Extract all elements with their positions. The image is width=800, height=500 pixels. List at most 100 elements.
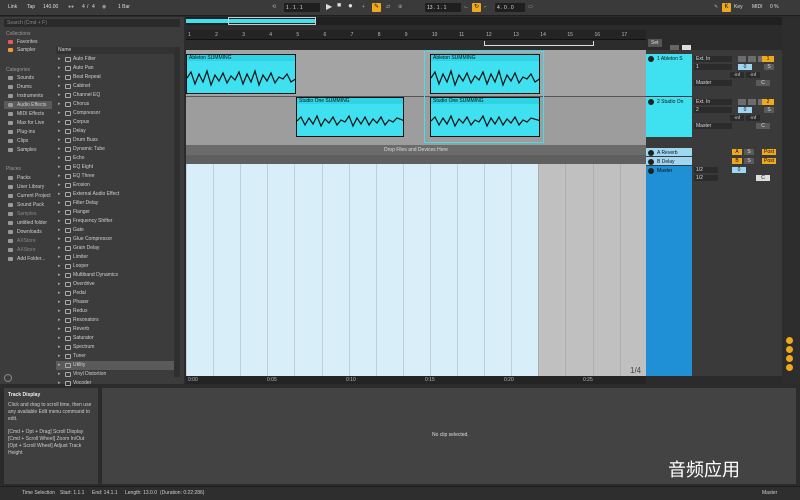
loop-brace-lane[interactable] — [186, 40, 646, 50]
effect-item[interactable]: ▸ Looper — [56, 262, 174, 271]
chevron-right-icon[interactable]: ▸ — [58, 244, 61, 253]
effect-item[interactable]: ▸ Overdrive — [56, 280, 174, 289]
zoom-in-icon[interactable] — [786, 337, 793, 344]
chevron-right-icon[interactable]: ▸ — [58, 379, 61, 388]
arrangement-view[interactable]: Ableton SUMMING Ableton SUMMING Studio O… — [186, 50, 646, 145]
track1-monitor[interactable] — [738, 56, 746, 62]
place-sound-pack[interactable]: Sound Pack — [4, 201, 52, 209]
effect-item[interactable]: ▸ Multiband Dynamics — [56, 271, 174, 280]
track2-volume[interactable]: -inf — [730, 115, 744, 121]
place-downloads[interactable]: Downloads — [4, 228, 52, 236]
track1-send[interactable]: 0 — [738, 64, 752, 70]
track1-channel[interactable]: 1 — [694, 64, 732, 70]
track2-output[interactable]: Master — [694, 123, 732, 129]
key-map-button[interactable]: Key — [734, 4, 743, 10]
category-plugins[interactable]: Plug-ins — [4, 128, 52, 136]
metronome-icon[interactable]: ●● — [68, 4, 74, 10]
track-header-2[interactable]: 2 Studio On — [646, 97, 692, 137]
chevron-right-icon[interactable]: ▸ — [58, 235, 61, 244]
effect-item[interactable]: ▸ Beat Repeat — [56, 73, 174, 82]
place-packs[interactable]: Packs — [4, 174, 52, 182]
loop-start-field[interactable]: 13 . 1 . 1 — [425, 3, 461, 12]
effect-item[interactable]: ▸ Grain Delay — [56, 244, 174, 253]
chevron-right-icon[interactable]: ▸ — [58, 118, 61, 127]
effect-item[interactable]: ▸ Redux — [56, 307, 174, 316]
chevron-right-icon[interactable]: ▸ — [58, 199, 61, 208]
chevron-right-icon[interactable]: ▸ — [58, 271, 61, 280]
chevron-right-icon[interactable]: ▸ — [58, 127, 61, 136]
effect-item[interactable]: ▸ Reverb — [56, 325, 174, 334]
effect-item[interactable]: ▸ Utility — [56, 361, 174, 370]
chevron-right-icon[interactable]: ▸ — [58, 307, 61, 316]
effect-item[interactable]: ▸ Frequency Shifter — [56, 217, 174, 226]
signature-numerator[interactable]: 4 — [82, 4, 85, 10]
effect-item[interactable]: ▸ Flanger — [56, 208, 174, 217]
chevron-right-icon[interactable]: ▸ — [58, 172, 61, 181]
place-axstore-2[interactable]: AXStore — [4, 246, 52, 254]
link-button[interactable]: Link — [8, 4, 17, 10]
quantize-menu[interactable]: 1 Bar — [118, 4, 130, 10]
effect-item[interactable]: ▸ Erosion — [56, 181, 174, 190]
add-folder-button[interactable]: Add Folder... — [4, 255, 52, 263]
effect-item[interactable]: ▸ Saturator — [56, 334, 174, 343]
effect-item[interactable]: ▸ Echo — [56, 154, 174, 163]
chevron-right-icon[interactable]: ▸ — [58, 352, 61, 361]
chevron-right-icon[interactable]: ▸ — [58, 73, 61, 82]
effect-item[interactable]: ▸ Cabinet — [56, 82, 174, 91]
right-scroll-bar[interactable] — [782, 17, 800, 384]
effect-item[interactable]: ▸ Drum Buss — [56, 136, 174, 145]
effect-item[interactable]: ▸ Tuner — [56, 352, 174, 361]
return-a-letter[interactable]: A — [732, 149, 742, 155]
chevron-right-icon[interactable]: ▸ — [58, 361, 61, 370]
punch-icon[interactable]: ⊕ — [398, 4, 402, 10]
chevron-right-icon[interactable]: ▸ — [58, 181, 61, 190]
chevron-right-icon[interactable]: ▸ — [58, 64, 61, 73]
loop-icon[interactable]: ⇄ — [386, 4, 390, 10]
name-column-header[interactable]: Name — [56, 47, 174, 54]
effect-item[interactable]: ▸ Pedal — [56, 289, 174, 298]
effect-item[interactable]: ▸ Resonators — [56, 316, 174, 325]
chevron-right-icon[interactable]: ▸ — [58, 109, 61, 118]
chevron-right-icon[interactable]: ▸ — [58, 262, 61, 271]
stop-icon[interactable]: ■ — [337, 2, 341, 9]
chevron-right-icon[interactable]: ▸ — [58, 289, 61, 298]
category-drums[interactable]: Drums — [4, 83, 52, 91]
category-samples[interactable]: Samples — [4, 146, 52, 154]
loop-brace[interactable] — [484, 41, 594, 46]
chevron-right-icon[interactable]: ▸ — [58, 226, 61, 235]
zoom-out-icon[interactable] — [786, 346, 793, 353]
effect-item[interactable]: ▸ Delay — [56, 127, 174, 136]
chevron-right-icon[interactable]: ▸ — [58, 82, 61, 91]
tempo-field[interactable]: 140.00 — [43, 4, 58, 10]
clip-studio-one-1[interactable]: Studio One SUMMING — [296, 97, 404, 137]
chevron-right-icon[interactable]: ▸ — [58, 325, 61, 334]
chevron-right-icon[interactable]: ▸ — [58, 253, 61, 262]
arrangement-overview[interactable] — [186, 17, 782, 25]
chevron-right-icon[interactable]: ▸ — [58, 217, 61, 226]
chevron-right-icon[interactable]: ▸ — [58, 190, 61, 199]
track2-channel[interactable]: 2 — [694, 107, 732, 113]
chevron-right-icon[interactable]: ▸ — [58, 145, 61, 154]
status-output[interactable]: Master — [762, 490, 777, 496]
collection-favorites[interactable]: Favorites — [4, 38, 52, 46]
search-input[interactable]: Search (Cmd + F) — [4, 19, 180, 27]
time-ruler[interactable]: 0:00 0:05 0:10 0:15 0:20 0:25 — [186, 376, 646, 384]
place-axstore-1[interactable]: AXStore — [4, 237, 52, 245]
track1-input[interactable]: Ext. In — [694, 56, 732, 62]
place-samples[interactable]: Samples — [4, 210, 52, 218]
detail-view[interactable]: No clip selected. 音频应用 — [102, 388, 796, 484]
track1-monitor-auto[interactable] — [748, 56, 756, 62]
category-clips[interactable]: Clips — [4, 137, 52, 145]
place-current-project[interactable]: Current Project — [4, 192, 52, 200]
effect-item[interactable]: ▸ Spectrum — [56, 343, 174, 352]
effect-item[interactable]: ▸ EQ Three — [56, 172, 174, 181]
track2-monitor[interactable] — [738, 99, 746, 105]
fold-icon[interactable] — [786, 355, 793, 362]
key-map-icon[interactable]: K — [722, 3, 731, 12]
category-sounds[interactable]: Sounds — [4, 74, 52, 82]
effect-item[interactable]: ▸ Glue Compressor — [56, 235, 174, 244]
effect-item[interactable]: ▸ Vinyl Distortion — [56, 370, 174, 379]
track1-pan[interactable]: C — [756, 80, 770, 86]
chevron-right-icon[interactable]: ▸ — [58, 316, 61, 325]
punch-in-icon[interactable]: ⌙ — [464, 4, 468, 10]
